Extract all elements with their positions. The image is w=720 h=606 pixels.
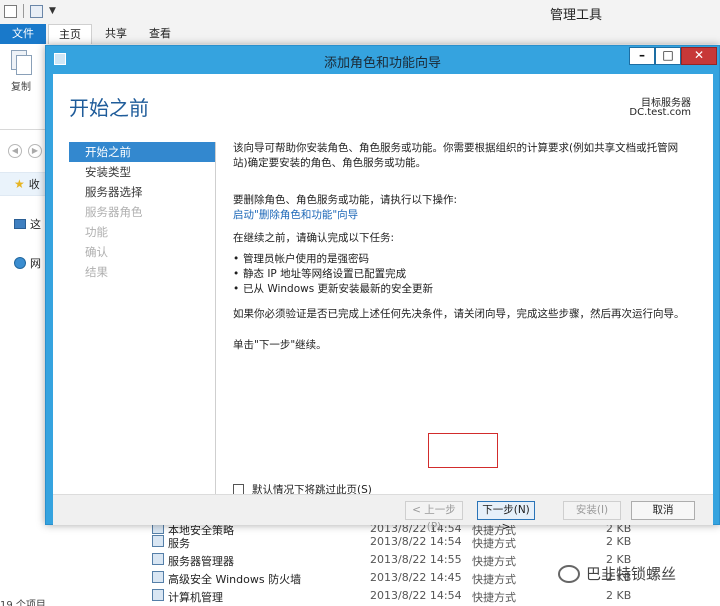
list-item: 管理员帐户使用的是强密码 (233, 252, 693, 267)
prerequisite-task-list: 管理员帐户使用的是强密码 静态 IP 地址等网络设置已配置完成 已从 Windo… (233, 252, 693, 297)
copy-button[interactable]: 复制 (6, 50, 36, 100)
file-type: 快捷方式 (472, 591, 516, 604)
file-type: 快捷方式 (472, 537, 516, 550)
step-server-selection[interactable]: 服务器选择 (69, 182, 215, 202)
item-count: 19 个项目 (0, 600, 46, 606)
next-button-highlight-box (428, 433, 498, 468)
page-title: 开始之前 (69, 96, 149, 120)
verify-prerequisites-note: 如果你必须验证是否已完成上述任何先决条件，请关闭向导，完成这些步骤，然后再次运行… (233, 308, 685, 320)
file-size: 2 KB (606, 535, 632, 548)
navigation-pane: ★ 收 这 网 (0, 172, 46, 606)
nav-item-label: 这 (30, 218, 41, 231)
nav-item-favorites[interactable]: ★ 收 (14, 175, 40, 193)
file-name: 计算机管理 (168, 591, 223, 604)
install-button: 安装(I) (563, 501, 621, 520)
ribbon-tabs: 文件 主页 共享 查看 (0, 24, 720, 44)
watermark: 巴韭特锁螺丝 (558, 563, 676, 584)
step-confirmation: 确认 (85, 245, 108, 259)
list-item: 静态 IP 地址等网络设置已配置完成 (233, 267, 693, 282)
file-type: 快捷方式 (472, 573, 516, 586)
wizard-content: 该向导可帮助你安装角色、角色服务或功能。你需要根据组织的计算要求(例如共享文档或… (233, 141, 693, 353)
file-date: 2013/8/22 14:54 (370, 589, 462, 602)
forward-arrow-icon[interactable]: ▶ (28, 144, 42, 158)
navigation-buttons: ◀ ▶ (0, 140, 46, 162)
file-name: 服务器管理器 (168, 555, 234, 568)
explorer-title: 管理工具 (550, 8, 603, 23)
copy-icon (11, 50, 32, 75)
wizard-button-bar: < 上一步(P) 下一步(N) > 安装(I) 取消 (53, 494, 713, 533)
step-features: 功能 (85, 225, 108, 239)
remove-roles-link[interactable]: 启动"删除角色和功能"向导 (233, 209, 358, 221)
wizard-title: 添加角色和功能向导 (323, 56, 441, 71)
destination-server-name: DC.test.com (629, 107, 691, 118)
file-date: 2013/8/22 14:55 (370, 553, 462, 566)
step-before-you-begin[interactable]: 开始之前 (69, 142, 215, 162)
maximize-button[interactable]: □ (655, 47, 681, 65)
close-button[interactable]: ✕ (681, 47, 717, 65)
steps-divider (215, 142, 216, 494)
firewall-icon (152, 571, 164, 583)
intro-text: 该向导可帮助你安装角色、角色服务或功能。你需要根据组织的计算要求(例如共享文档或… (233, 142, 679, 169)
wizard-client-area: 开始之前 目标服务器 DC.test.com 开始之前 安装类型 服务器选择 服… (53, 74, 713, 533)
star-icon: ★ (14, 177, 25, 191)
step-installation-type[interactable]: 安装类型 (69, 162, 215, 182)
file-name: 服务 (168, 537, 190, 550)
computer-management-icon (152, 589, 164, 601)
file-row[interactable]: 计算机管理 2013/8/22 14:54 快捷方式 2 KB (150, 587, 670, 605)
network-icon (14, 257, 26, 269)
step-server-roles: 服务器角色 (85, 205, 143, 219)
wizard-titlebar[interactable]: 添加角色和功能向导 – □ ✕ (46, 46, 719, 74)
file-type: 快捷方式 (472, 555, 516, 568)
services-icon (152, 535, 164, 547)
nav-item-this-pc[interactable]: 这 (14, 215, 41, 233)
add-roles-wizard-dialog: 添加角色和功能向导 – □ ✕ 开始之前 目标服务器 DC.test.com 开… (45, 45, 720, 533)
explorer-titlebar: ▼ 管理工具 (0, 0, 720, 24)
previous-button: < 上一步(P) (405, 501, 463, 533)
next-button[interactable]: 下一步(N) > (477, 501, 535, 533)
nav-item-label: 收 (28, 178, 40, 191)
step-results: 结果 (85, 265, 108, 279)
file-row[interactable]: 服务 2013/8/22 14:54 快捷方式 2 KB (150, 533, 670, 551)
chat-bubble-icon (558, 564, 580, 583)
watermark-text: 巴韭特锁螺丝 (586, 565, 677, 583)
list-item: 已从 Windows 更新安装最新的安全更新 (233, 282, 693, 297)
click-next-instruction: 单击"下一步"继续。 (233, 339, 327, 351)
back-arrow-icon[interactable]: ◀ (8, 144, 22, 158)
tab-share[interactable]: 共享 (98, 24, 134, 44)
tab-view[interactable]: 查看 (142, 24, 178, 44)
server-manager-icon (152, 553, 164, 565)
toolbar-divider (23, 4, 24, 18)
file-size: 2 KB (606, 589, 632, 602)
minimize-button[interactable]: – (629, 47, 655, 65)
file-date: 2013/8/22 14:54 (370, 535, 462, 548)
nav-item-label: 网 (30, 257, 41, 270)
tab-file[interactable]: 文件 (0, 24, 46, 44)
tab-home[interactable]: 主页 (48, 24, 92, 44)
file-name: 高级安全 Windows 防火墙 (168, 573, 302, 586)
copy-label: 复制 (11, 82, 31, 93)
nav-item-network[interactable]: 网 (14, 254, 41, 272)
computer-icon (14, 219, 26, 229)
file-date: 2013/8/22 14:45 (370, 571, 462, 584)
remove-roles-instruction: 要删除角色、角色服务或功能，请执行以下操作: (233, 194, 458, 206)
cancel-button[interactable]: 取消 (631, 501, 695, 520)
confirm-tasks-label: 在继续之前，请确认完成以下任务: (233, 232, 395, 244)
quick-access-toolbar: ▼ (4, 4, 56, 18)
properties-icon[interactable] (4, 4, 17, 18)
new-folder-icon[interactable] (30, 4, 43, 18)
chevron-down-icon[interactable]: ▼ (49, 6, 56, 16)
wizard-steps: 开始之前 安装类型 服务器选择 服务器角色 功能 确认 结果 (69, 142, 215, 282)
